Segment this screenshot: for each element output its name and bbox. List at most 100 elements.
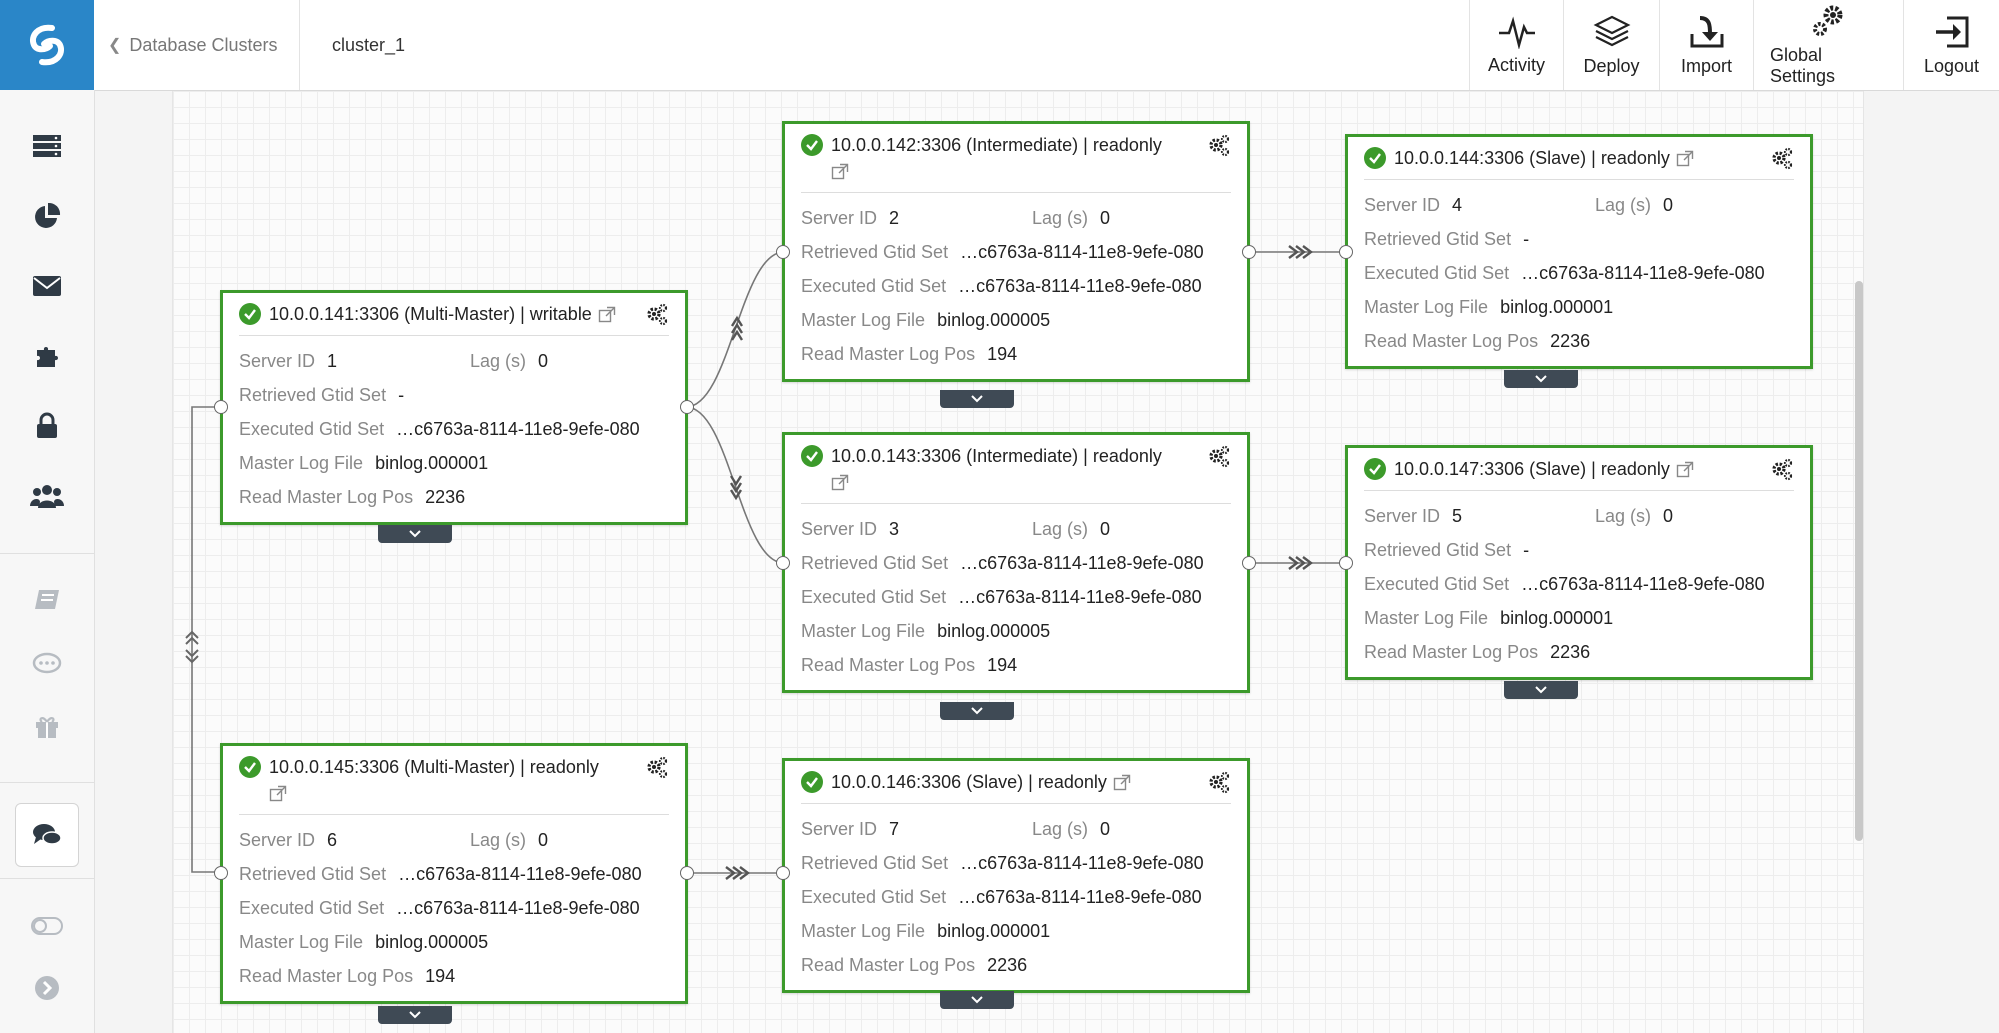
- executed-gtid-value: …c6763a-8114-11e8-9efe-080: [1521, 573, 1765, 594]
- status-ok-icon: [801, 771, 823, 793]
- node-expand-toggle[interactable]: [1504, 681, 1578, 699]
- node-title[interactable]: 10.0.0.142:3306 (Intermediate) | readonl…: [831, 135, 1162, 155]
- node-title[interactable]: 10.0.0.144:3306 (Slave) | readonly: [1394, 148, 1670, 168]
- server-node-card[interactable]: 10.0.0.141:3306 (Multi-Master) | writabl…: [220, 290, 688, 525]
- sidebar-item-alarms[interactable]: [0, 266, 94, 306]
- sidebar-item-security[interactable]: [0, 406, 94, 446]
- retrieved-gtid-label: Retrieved Gtid Set: [801, 241, 949, 262]
- master-log-file-value: binlog.000001: [937, 920, 1051, 941]
- node-row-master-log: Master Log File binlog.000005: [801, 614, 1231, 648]
- server-id-label: Server ID: [801, 207, 878, 228]
- sidebar-item-dashboards[interactable]: [0, 196, 94, 236]
- node-row-retrieved: Retrieved Gtid Set -: [1364, 222, 1794, 256]
- sidebar-expand-button[interactable]: [0, 968, 94, 1008]
- status-ok-icon: [801, 445, 823, 467]
- node-settings-icon[interactable]: [1207, 134, 1231, 158]
- node-title-group: 10.0.0.147:3306 (Slave) | readonly: [1364, 456, 1694, 482]
- connection-port[interactable]: [1242, 556, 1256, 570]
- external-link-icon[interactable]: [269, 785, 287, 803]
- puzzle-icon: [37, 347, 58, 367]
- cluster-name: cluster_1: [332, 34, 406, 55]
- server-node-card[interactable]: 10.0.0.147:3306 (Slave) | readonly Serve…: [1345, 445, 1813, 680]
- server-node-card[interactable]: 10.0.0.143:3306 (Intermediate) | readonl…: [782, 432, 1250, 693]
- server-id-value: 5: [1452, 505, 1463, 526]
- sidebar-item-integrations[interactable]: [0, 336, 94, 376]
- sidebar-item-users[interactable]: [0, 476, 94, 516]
- node-row-retrieved: Retrieved Gtid Set -: [239, 378, 669, 412]
- chat-button[interactable]: [15, 803, 79, 867]
- deploy-button[interactable]: Deploy: [1563, 0, 1659, 90]
- sidebar-item-whats-new[interactable]: [0, 706, 94, 746]
- executed-gtid-value: …c6763a-8114-11e8-9efe-080: [958, 275, 1202, 296]
- connection-port[interactable]: [1242, 245, 1256, 259]
- master-log-file-label: Master Log File: [801, 620, 926, 641]
- server-node-card[interactable]: 10.0.0.146:3306 (Slave) | readonly Serve…: [782, 758, 1250, 993]
- sidebar-item-feedback[interactable]: [0, 644, 94, 684]
- node-settings-icon[interactable]: [645, 303, 669, 327]
- chevron-down-icon: [409, 530, 421, 538]
- connection-port[interactable]: [214, 866, 228, 880]
- external-link-icon[interactable]: [831, 474, 849, 492]
- node-title[interactable]: 10.0.0.141:3306 (Multi-Master) | writabl…: [269, 304, 592, 324]
- connection-port[interactable]: [776, 245, 790, 259]
- node-expand-toggle[interactable]: [378, 525, 452, 543]
- external-link-icon[interactable]: [1676, 461, 1694, 479]
- external-link-icon[interactable]: [1113, 774, 1131, 792]
- app-logo[interactable]: [0, 0, 94, 90]
- servers-icon: [33, 135, 61, 157]
- node-settings-icon[interactable]: [1770, 458, 1794, 482]
- connection-port[interactable]: [776, 866, 790, 880]
- node-expand-toggle[interactable]: [940, 390, 1014, 408]
- lag-value: 0: [1100, 518, 1111, 539]
- connection-port[interactable]: [776, 556, 790, 570]
- node-settings-icon[interactable]: [645, 756, 669, 780]
- node-expand-toggle[interactable]: [940, 991, 1014, 1009]
- node-row-read-pos: Read Master Log Pos 2236: [1364, 324, 1794, 358]
- node-settings-icon[interactable]: [1770, 147, 1794, 171]
- external-link-icon[interactable]: [831, 163, 849, 181]
- logout-button[interactable]: Logout: [1903, 0, 1999, 90]
- connection-port[interactable]: [214, 400, 228, 414]
- retrieved-gtid-label: Retrieved Gtid Set: [801, 852, 949, 873]
- connection-port[interactable]: [680, 866, 694, 880]
- activity-button[interactable]: Activity: [1469, 0, 1563, 90]
- node-expand-toggle[interactable]: [378, 1006, 452, 1024]
- node-header: 10.0.0.141:3306 (Multi-Master) | writabl…: [239, 301, 669, 336]
- node-title[interactable]: 10.0.0.147:3306 (Slave) | readonly: [1394, 459, 1670, 479]
- connection-port[interactable]: [680, 400, 694, 414]
- status-ok-icon: [239, 303, 261, 325]
- external-link-icon[interactable]: [598, 306, 616, 324]
- server-node-card[interactable]: 10.0.0.145:3306 (Multi-Master) | readonl…: [220, 743, 688, 1004]
- server-node-card[interactable]: 10.0.0.144:3306 (Slave) | readonly Serve…: [1345, 134, 1813, 369]
- read-master-log-pos-label: Read Master Log Pos: [239, 965, 414, 986]
- connection-port[interactable]: [1339, 556, 1353, 570]
- node-expand-toggle[interactable]: [1504, 370, 1578, 388]
- node-header: 10.0.0.142:3306 (Intermediate) | readonl…: [801, 132, 1231, 193]
- import-button[interactable]: Import: [1659, 0, 1753, 90]
- executed-gtid-label: Executed Gtid Set: [239, 897, 385, 918]
- node-title[interactable]: 10.0.0.145:3306 (Multi-Master) | readonl…: [269, 757, 599, 777]
- master-log-file-label: Master Log File: [801, 309, 926, 330]
- node-settings-icon[interactable]: [1207, 445, 1231, 469]
- global-settings-button[interactable]: Global Settings: [1753, 0, 1903, 90]
- sidebar-item-servers[interactable]: [0, 126, 94, 166]
- node-expand-toggle[interactable]: [940, 702, 1014, 720]
- node-title[interactable]: 10.0.0.146:3306 (Slave) | readonly: [831, 772, 1107, 792]
- sidebar-item-docs[interactable]: [0, 580, 94, 620]
- read-master-log-pos-value: 2236: [1550, 641, 1591, 662]
- canvas-scrollbar[interactable]: [1855, 281, 1863, 841]
- node-row-server-id: Server ID 5 Lag (s) 0: [1364, 499, 1794, 533]
- connection-port[interactable]: [1339, 245, 1353, 259]
- node-row-executed: Executed Gtid Set …c6763a-8114-11e8-9efe-…: [1364, 256, 1794, 290]
- node-title[interactable]: 10.0.0.143:3306 (Intermediate) | readonl…: [831, 446, 1162, 466]
- sidebar: [0, 90, 95, 1033]
- node-row-server-id: Server ID 6 Lag (s) 0: [239, 823, 669, 857]
- sidebar-theme-toggle[interactable]: [0, 906, 94, 946]
- node-settings-icon[interactable]: [1207, 771, 1231, 795]
- node-row-executed: Executed Gtid Set …c6763a-8114-11e8-9efe-…: [239, 412, 669, 446]
- breadcrumb-database-clusters[interactable]: ❮ Database Clusters: [94, 0, 300, 90]
- read-master-log-pos-value: 194: [987, 343, 1018, 364]
- server-node-card[interactable]: 10.0.0.142:3306 (Intermediate) | readonl…: [782, 121, 1250, 382]
- executed-gtid-value: …c6763a-8114-11e8-9efe-080: [958, 886, 1202, 907]
- external-link-icon[interactable]: [1676, 150, 1694, 168]
